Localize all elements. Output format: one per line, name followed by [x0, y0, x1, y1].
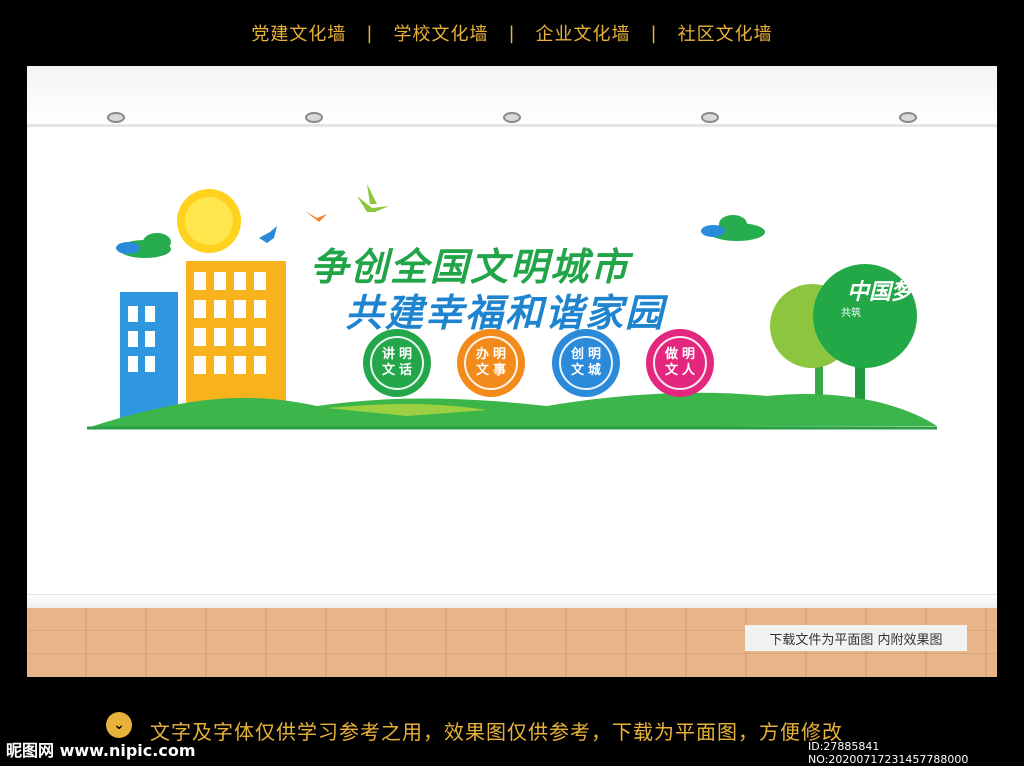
image-id: ID:27885841 NO:20200717231457788000 — [808, 740, 969, 766]
download-note: 下载文件为平面图 内附效果图 — [745, 625, 967, 651]
wall-mockup: 争创全国文明城市 共建幸福和谐家园 讲文 明话 办文 明事 创文 明城 做文 明人 中国… — [27, 66, 997, 677]
badge-person: 做文 明人 — [646, 329, 714, 397]
wall-baseboard — [27, 594, 997, 609]
badge-label: 明人 — [681, 347, 695, 378]
badge-city: 创文 明城 — [552, 329, 620, 397]
chevron-down-icon: ⌄ — [106, 712, 132, 738]
nav-separator: | — [650, 22, 658, 44]
badge-label: 明话 — [398, 347, 412, 378]
nav-item-community[interactable]: 社区文化墙 — [658, 20, 793, 46]
badge-label: 创文 — [570, 347, 584, 378]
badge-speak: 讲文 明话 — [363, 329, 431, 397]
badge-label: 明城 — [587, 347, 601, 378]
badge-label: 讲文 — [381, 347, 395, 378]
bird-icon — [357, 184, 389, 212]
cloud-icon — [116, 242, 140, 254]
blue-building — [120, 292, 178, 422]
top-navigation: 党建文化墙 | 学校文化墙 | 企业文化墙 | 社区文化墙 — [0, 0, 1024, 66]
sun-icon — [177, 189, 241, 253]
yellow-building — [186, 261, 286, 421]
bird-icon — [305, 211, 327, 222]
site-logo[interactable]: 昵图网 www.nipic.com — [6, 737, 196, 761]
nav-separator: | — [366, 22, 374, 44]
badge-label: 明事 — [492, 347, 506, 378]
nav-separator: | — [508, 22, 516, 44]
badge-label: 办文 — [475, 347, 489, 378]
nav-item-enterprise[interactable]: 企业文化墙 — [516, 20, 651, 46]
badge-act: 办文 明事 — [457, 329, 525, 397]
tree-slogan: 中国梦 — [847, 280, 914, 305]
nav-item-school[interactable]: 学校文化墙 — [373, 20, 508, 46]
footer-disclaimer: 文字及字体仅供学习参考之用，效果图仅供参考，下载为平面图，方便修改 — [150, 720, 843, 744]
tree-slogan-small: 共筑 — [841, 308, 861, 319]
cloud-icon — [701, 225, 725, 237]
badge-label: 做文 — [664, 347, 678, 378]
nav-item-party[interactable]: 党建文化墙 — [231, 20, 366, 46]
bird-icon — [259, 226, 277, 243]
